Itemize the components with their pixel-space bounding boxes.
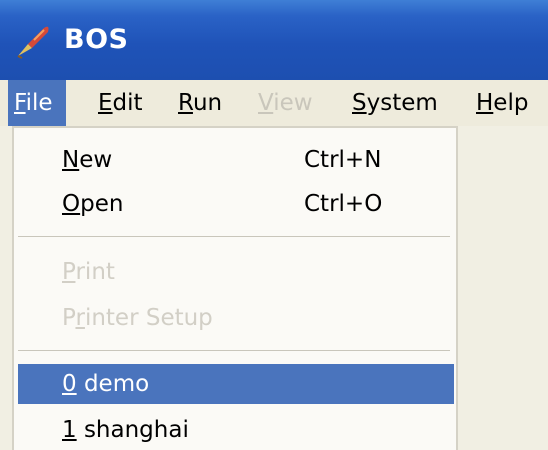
recent-mnemonic: 1 — [62, 417, 77, 443]
menu-item-new-shortcut: Ctrl+N — [304, 147, 382, 173]
menu-item-print-label: Print — [62, 252, 115, 292]
file-menu-dropdown: New Ctrl+N Open Ctrl+O Print Printer Set… — [12, 126, 458, 450]
menu-separator — [18, 350, 450, 351]
menu-run-mnemonic: R — [178, 90, 193, 116]
menu-separator — [18, 236, 450, 237]
menu-item-open-shortcut: Ctrl+O — [304, 191, 383, 217]
print-label-rest: rint — [75, 259, 115, 285]
menu-item-recent-shanghai[interactable]: 1 shanghai — [18, 410, 454, 450]
menu-system-mnemonic: S — [352, 90, 367, 116]
recent-name: shanghai — [76, 417, 189, 443]
recent-mnemonic: 0 — [62, 371, 77, 397]
new-label-rest: ew — [79, 147, 113, 173]
printer-setup-prefix: P — [62, 305, 76, 331]
window-title: BOS — [64, 24, 129, 55]
menu-item-printer-setup-label: Printer Setup — [62, 298, 213, 338]
menu-run[interactable]: Run — [178, 80, 222, 126]
feather-brush-icon — [17, 26, 49, 59]
menu-help-label: elp — [493, 90, 529, 116]
menu-system-label: ystem — [366, 90, 438, 116]
menu-view-label: iew — [273, 90, 313, 116]
menu-file[interactable]: File — [8, 80, 66, 126]
menu-file-label: ile — [25, 90, 53, 116]
menu-item-new-label: New — [62, 140, 112, 180]
app-window: BOS File Edit Run View System Help New C… — [0, 0, 548, 450]
recent-file-label: 0 demo — [62, 364, 149, 404]
menu-item-print[interactable]: Print — [18, 252, 454, 292]
menu-view-mnemonic: V — [258, 90, 274, 116]
menu-edit-label: dit — [112, 90, 143, 116]
menu-help-mnemonic: H — [476, 90, 494, 116]
menu-bar: File Edit Run View System Help — [0, 80, 548, 126]
recent-file-label: 1 shanghai — [62, 410, 189, 450]
menu-item-recent-demo[interactable]: 0 demo — [18, 364, 454, 404]
open-mnemonic: O — [62, 191, 81, 217]
menu-item-open-label: Open — [62, 184, 123, 224]
new-mnemonic: N — [62, 147, 80, 173]
menu-edit-mnemonic: E — [98, 90, 113, 116]
menu-item-open[interactable]: Open Ctrl+O — [18, 184, 454, 224]
menu-file-mnemonic: F — [14, 90, 26, 116]
title-bar[interactable]: BOS — [0, 0, 548, 80]
open-label-rest: pen — [80, 191, 124, 217]
print-mnemonic: P — [62, 259, 76, 285]
menu-run-label: un — [192, 90, 223, 116]
menu-item-printer-setup[interactable]: Printer Setup — [18, 298, 454, 338]
printer-setup-mnemonic: r — [75, 305, 85, 331]
menu-help[interactable]: Help — [476, 80, 528, 126]
menu-item-new[interactable]: New Ctrl+N — [18, 140, 454, 180]
printer-setup-label-rest: inter Setup — [84, 305, 213, 331]
menu-system[interactable]: System — [352, 80, 438, 126]
recent-name: demo — [76, 371, 150, 397]
menu-edit[interactable]: Edit — [98, 80, 143, 126]
menu-view[interactable]: View — [258, 80, 313, 126]
